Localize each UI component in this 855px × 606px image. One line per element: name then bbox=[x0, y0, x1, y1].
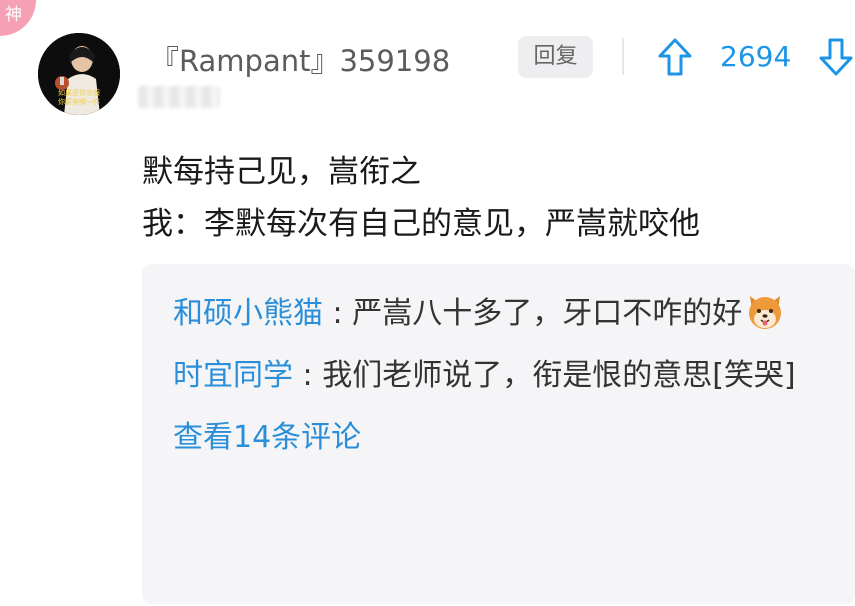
svg-text:如果是你衣服: 如果是你衣服 bbox=[58, 88, 100, 97]
shiba-dog-emoji-icon bbox=[749, 296, 782, 329]
comment-line: 我：李默每次有自己的意见，严嵩就咬他 bbox=[142, 206, 700, 242]
action-divider bbox=[622, 38, 624, 75]
vote-count: 2694 bbox=[720, 40, 792, 73]
reply-button[interactable]: 回复 bbox=[518, 36, 593, 78]
view-more-comments-link[interactable]: 查看14条评论 bbox=[173, 410, 825, 466]
reply-separator: : bbox=[332, 296, 343, 331]
reply-author[interactable]: 时宜同学 bbox=[173, 358, 293, 393]
reply-text: 严嵩八十多了，牙口不咋的好 bbox=[352, 296, 743, 331]
comment-line: 默每持己见，嵩衔之 bbox=[142, 154, 421, 190]
downvote-arrow-icon[interactable] bbox=[818, 37, 854, 77]
reply-item[interactable]: 和硕小熊猫 : 严嵩八十多了，牙口不咋的好 bbox=[173, 286, 825, 342]
svg-text:你要穿哪一件: 你要穿哪一件 bbox=[58, 97, 100, 106]
reply-author[interactable]: 和硕小熊猫 bbox=[173, 296, 323, 331]
comment-card: 神 如果是你衣服 你要穿哪一件 『Rampant』359198 回复 2694 … bbox=[0, 0, 855, 606]
comment-username[interactable]: 『Rampant』359198 bbox=[150, 38, 450, 80]
reply-text: 我们老师说了，衔是恨的意思[笑哭] bbox=[322, 358, 796, 393]
reply-separator: : bbox=[302, 358, 313, 393]
blurred-comment-meta bbox=[138, 86, 220, 108]
god-comment-badge: 神 bbox=[0, 0, 36, 36]
comment-body: 默每持己见，嵩衔之 我：李默每次有自己的意见，严嵩就咬他 bbox=[142, 146, 842, 250]
replies-panel: 和硕小熊猫 : 严嵩八十多了，牙口不咋的好 时宜同学 : 我们老师说了，衔是恨的… bbox=[142, 264, 855, 604]
user-avatar[interactable]: 如果是你衣服 你要穿哪一件 bbox=[38, 33, 120, 115]
reply-item[interactable]: 时宜同学 : 我们老师说了，衔是恨的意思[笑哭] bbox=[173, 348, 825, 404]
upvote-arrow-icon[interactable] bbox=[657, 37, 693, 77]
avatar-image: 如果是你衣服 你要穿哪一件 bbox=[38, 33, 120, 115]
